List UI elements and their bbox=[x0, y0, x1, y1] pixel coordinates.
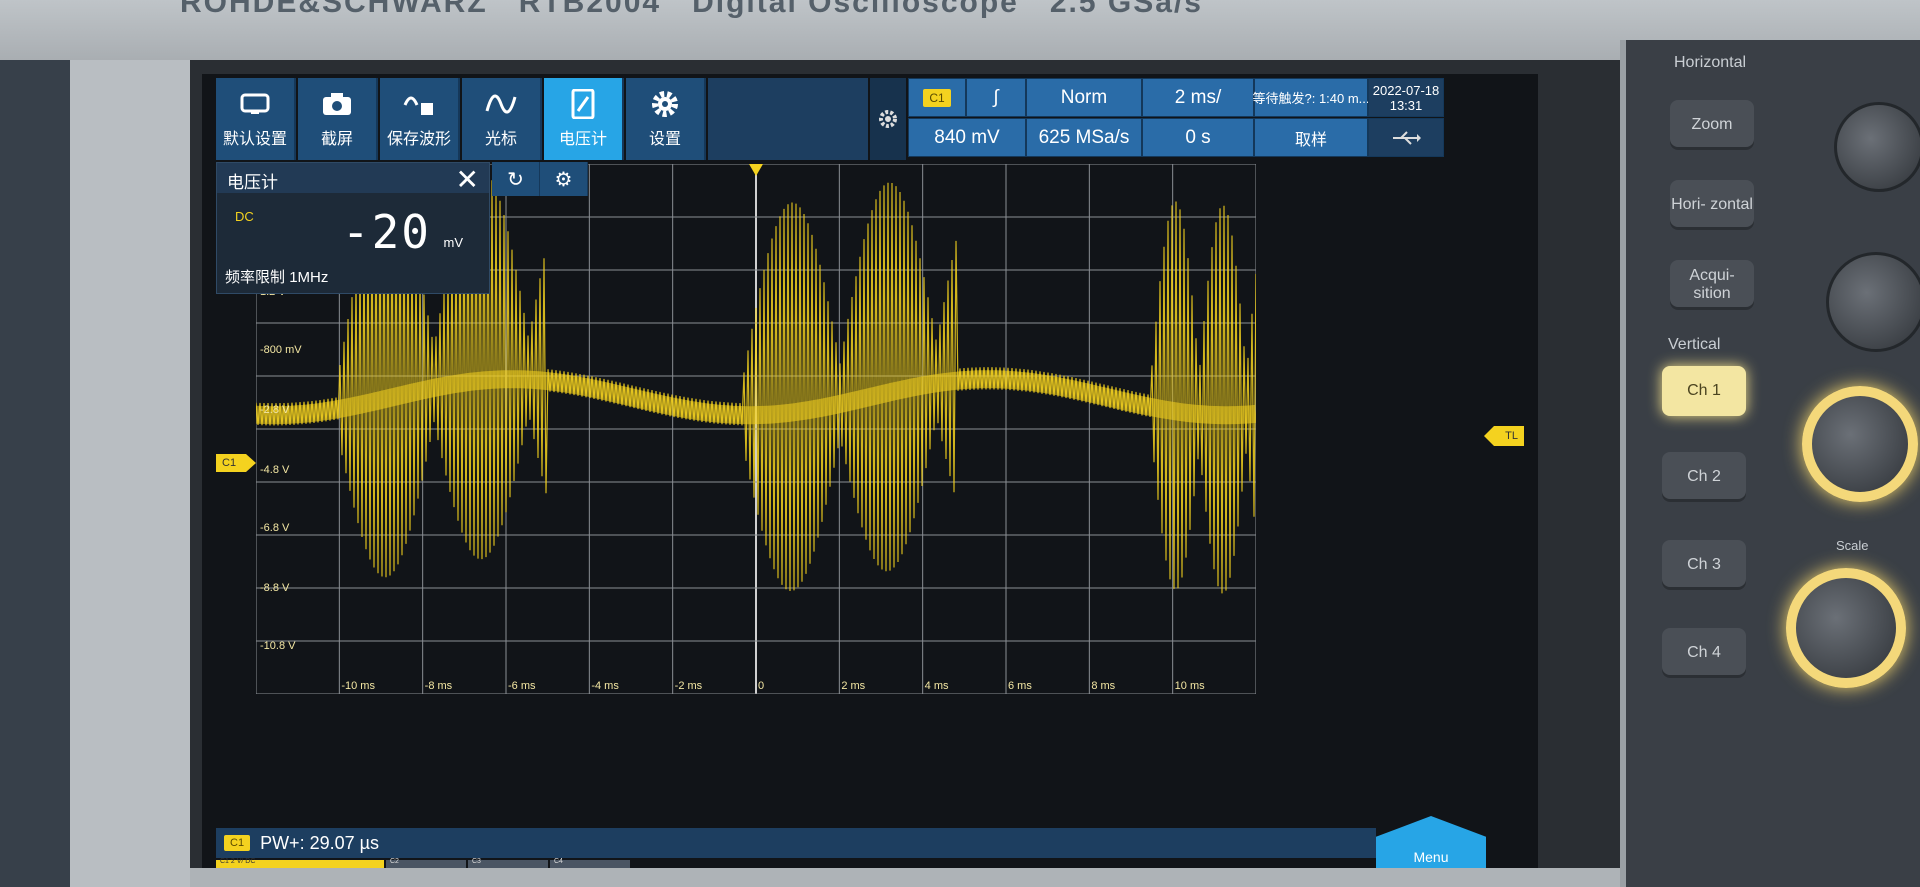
timebase-cell[interactable]: 2 ms/ bbox=[1142, 78, 1254, 117]
measurement-channel: C1 bbox=[224, 835, 251, 851]
date-text: 2022-07-18 bbox=[1372, 82, 1440, 98]
meter-unit: mV bbox=[443, 235, 464, 250]
ch2-button[interactable]: Ch 2 bbox=[1662, 452, 1746, 502]
screenshot-label: 截屏 bbox=[320, 131, 353, 148]
vertical-scale-knob[interactable] bbox=[1786, 568, 1906, 688]
horizontal-position-knob[interactable] bbox=[1834, 102, 1920, 192]
zoom-button[interactable]: Zoom bbox=[1670, 100, 1754, 150]
channel-tab-c2[interactable]: C2 bbox=[386, 858, 466, 868]
horizontal-label: Horizontal bbox=[1674, 54, 1747, 71]
x-tick-label: 0 bbox=[758, 680, 765, 692]
quick-settings-gear-icon[interactable] bbox=[870, 78, 906, 160]
trigger-mode-cell[interactable]: Norm bbox=[1026, 78, 1142, 117]
y-tick-label: -8.8 V bbox=[260, 582, 290, 594]
voltmeter-panel: 电压计 ✕ DC -20 mV 频率限制 1MHz bbox=[216, 162, 490, 294]
y-tick-label: -2.8 V bbox=[260, 404, 290, 416]
channel-tab-c4[interactable]: C4 bbox=[550, 858, 630, 868]
x-tick-label: -2 ms bbox=[674, 680, 703, 692]
trigger-level-cell[interactable]: 840 mV bbox=[908, 118, 1026, 157]
meter-gear-icon[interactable]: ⚙ bbox=[540, 162, 588, 196]
channel-tab-c1[interactable]: C1 2 V/ DC bbox=[216, 858, 384, 868]
monitor-icon bbox=[237, 89, 273, 119]
voltmeter-label: 电压计 bbox=[558, 131, 607, 148]
usb-icon bbox=[1368, 118, 1444, 157]
meter-mini-toolbar: ↻ ⚙ bbox=[492, 162, 588, 196]
horizontal-position-cell[interactable]: 0 s bbox=[1142, 118, 1254, 157]
meter-frequency-limit: 频率限制 1MHz bbox=[225, 269, 329, 286]
x-tick-label: -10 ms bbox=[341, 680, 375, 692]
trigger-edge-cell[interactable]: ∫ bbox=[966, 78, 1026, 117]
save-waveform-label: 保存波形 bbox=[386, 131, 451, 148]
toolbar: 默认设置 截屏 保存波形 光标 电压计 设置 C1 ∫ Norm 2 ms/ 等… bbox=[216, 78, 1536, 160]
ch4-button[interactable]: Ch 4 bbox=[1662, 628, 1746, 678]
device-left-bezel bbox=[0, 60, 190, 887]
measurement-text: PW+: 29.07 µs bbox=[260, 832, 379, 853]
channel-tab-c3[interactable]: C3 bbox=[468, 858, 548, 868]
meter-mode: DC bbox=[235, 209, 254, 224]
channel-tab-label: C2 bbox=[390, 858, 399, 865]
channel-tab-label: C1 2 V/ DC bbox=[220, 858, 256, 865]
settings-label: 设置 bbox=[648, 131, 681, 148]
cursor-label: 光标 bbox=[484, 131, 517, 148]
ch1-button[interactable]: Ch 1 bbox=[1662, 366, 1746, 416]
gear-icon bbox=[647, 89, 683, 119]
channel-tab-label: C4 bbox=[554, 858, 563, 865]
trigger-source-cell[interactable]: C1 bbox=[908, 78, 966, 117]
settings-button[interactable]: 设置 bbox=[626, 78, 706, 160]
camera-icon bbox=[319, 89, 355, 119]
cursor-wave-icon bbox=[483, 89, 519, 119]
voltmeter-button[interactable]: 电压计 bbox=[544, 78, 624, 160]
cursor-button[interactable]: 光标 bbox=[462, 78, 542, 160]
screenshot-button[interactable]: 截屏 bbox=[298, 78, 378, 160]
voltmeter-icon bbox=[565, 89, 601, 119]
x-tick-label: -8 ms bbox=[424, 680, 453, 692]
time-text: 13:31 bbox=[1389, 97, 1423, 113]
channel-tab-label: C3 bbox=[472, 858, 481, 865]
close-icon[interactable]: ✕ bbox=[456, 163, 479, 196]
brand-label: ROHDE&SCHWARZ RTB2004 Digital Oscillosco… bbox=[180, 0, 1203, 19]
x-tick-label: -4 ms bbox=[591, 680, 619, 692]
x-tick-label: 6 ms bbox=[1008, 680, 1032, 692]
reset-icon[interactable]: ↻ bbox=[492, 162, 540, 196]
ch3-button[interactable]: Ch 3 bbox=[1662, 540, 1746, 590]
channel-offset-marker[interactable]: C1 bbox=[216, 454, 256, 472]
y-tick-label: -10.8 V bbox=[260, 640, 296, 652]
default-setup-button[interactable]: 默认设置 bbox=[216, 78, 296, 160]
trigger-level-marker[interactable]: TL bbox=[1484, 426, 1524, 446]
scale-label: Scale bbox=[1836, 538, 1869, 553]
y-tick-label: -6.8 V bbox=[260, 522, 290, 534]
save-waveform-icon bbox=[401, 89, 437, 119]
acquire-mode-cell[interactable]: 取样 bbox=[1254, 118, 1368, 157]
vertical-label: Vertical bbox=[1668, 336, 1721, 353]
voltmeter-title: 电压计 bbox=[227, 173, 278, 192]
toolbar-spacer bbox=[708, 78, 868, 160]
vertical-position-knob[interactable] bbox=[1802, 386, 1918, 502]
horizontal-button[interactable]: Hori- zontal bbox=[1670, 180, 1754, 230]
horizontal-scale-knob[interactable] bbox=[1826, 252, 1920, 352]
sample-rate-cell: 625 MSa/s bbox=[1026, 118, 1142, 157]
device-bottom-bezel bbox=[190, 868, 1620, 887]
x-tick-label: 10 ms bbox=[1174, 680, 1205, 692]
oscilloscope-screen: 默认设置 截屏 保存波形 光标 电压计 设置 C1 ∫ Norm 2 ms/ 等… bbox=[202, 74, 1538, 868]
y-tick-label: -800 mV bbox=[260, 344, 302, 356]
meter-value: -20 bbox=[341, 205, 431, 259]
trigger-state-cell: 等待触发?: 1:40 m... bbox=[1252, 78, 1370, 117]
control-panel: Horizontal Zoom Hori- zontal Acqui- siti… bbox=[1620, 40, 1920, 887]
voltmeter-header: 电压计 ✕ bbox=[217, 163, 489, 196]
x-tick-label: -6 ms bbox=[508, 680, 536, 692]
menu-button[interactable]: Menu bbox=[1376, 816, 1486, 868]
default-setup-label: 默认设置 bbox=[222, 131, 287, 148]
x-tick-label: 8 ms bbox=[1091, 680, 1116, 692]
y-tick-label: -4.8 V bbox=[260, 464, 290, 476]
acquisition-button[interactable]: Acqui- sition bbox=[1670, 260, 1754, 310]
x-tick-label: 2 ms bbox=[841, 680, 866, 692]
trigger-position-marker bbox=[749, 164, 763, 176]
x-tick-label: 4 ms bbox=[924, 680, 949, 692]
save-waveform-button[interactable]: 保存波形 bbox=[380, 78, 460, 160]
measurement-bar[interactable]: C1 PW+: 29.07 µs bbox=[216, 828, 1376, 858]
datetime-cell: 2022-07-18 13:31 bbox=[1368, 78, 1444, 117]
